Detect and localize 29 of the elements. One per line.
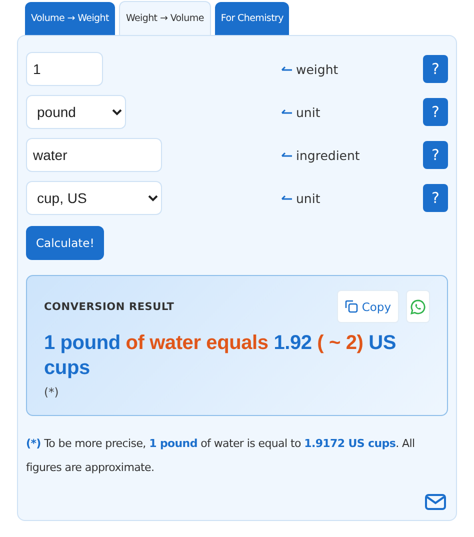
copy-button[interactable]: Copy [336,290,399,323]
result-sentence: 1 pound of water equals 1.92 ( ~ 2) US cups [44,331,397,381]
tab[interactable]: For Chemistry [214,2,290,35]
field-label: unit [296,190,320,206]
footnote-mark: (*) [44,385,59,399]
field-label: unit [296,104,320,120]
field-label: weight [296,62,338,76]
help-button[interactable]: ? [423,184,448,212]
calculate-button[interactable]: Calculate! [26,226,104,260]
help-button[interactable]: ? [423,141,448,169]
arrow-icon [281,152,293,158]
result-heading: CONVERSION RESULT [44,300,174,312]
input-field[interactable]: 1 [26,52,103,86]
whatsapp-button[interactable] [406,290,430,323]
chat-icon [410,298,426,314]
dropdown[interactable]: cup, US [26,181,162,215]
tab[interactable]: Weight → Volume [118,1,211,35]
help-button[interactable]: ? [423,55,448,83]
help-button[interactable]: ? [423,98,448,126]
arrow-icon [281,109,293,115]
footnote-text: (*) To be more precise, 1 pound of water is equal to 1.9172 US cups. All figures are approximate. [26,436,416,476]
mail-icon[interactable] [425,494,446,510]
copy-icon [344,300,358,313]
arrow-icon [281,195,293,201]
field-label: ingredient [296,148,360,162]
input-field[interactable]: water [26,138,162,172]
dropdown[interactable]: pound [26,95,126,129]
arrow-icon [281,66,293,72]
tab[interactable]: Volume → Weight [25,2,115,35]
